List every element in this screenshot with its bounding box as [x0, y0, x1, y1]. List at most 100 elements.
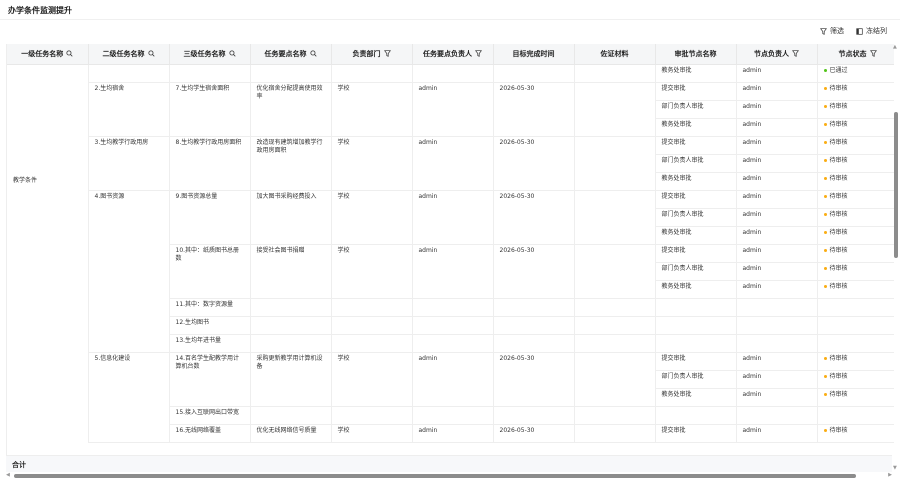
search-icon[interactable] — [66, 50, 73, 57]
target-date: 2026-05-30 — [493, 424, 575, 443]
column-header[interactable]: 审批节点名称 — [655, 44, 737, 65]
column-header[interactable]: 节点状态 — [817, 44, 894, 65]
node-status: 待审核 — [817, 100, 894, 119]
approval-node: 提交审批 — [655, 136, 737, 155]
status-text: 待审核 — [829, 426, 848, 434]
table-cell — [412, 64, 494, 83]
target-date: 2026-05-30 — [493, 82, 575, 137]
target-date: 2026-05-30 — [493, 136, 575, 191]
status-dot — [823, 140, 827, 144]
evidence — [574, 298, 656, 317]
table-toolbar: 筛选 冻结列 — [820, 26, 887, 36]
filter-icon[interactable] — [792, 50, 799, 58]
node-status: 待审核 — [817, 424, 894, 443]
node-status: 待审核 — [817, 118, 894, 137]
filter-icon[interactable] — [869, 50, 877, 58]
task-point — [250, 316, 332, 335]
column-header[interactable]: 一级任务名称 — [7, 44, 89, 65]
node-status: 待审核 — [817, 136, 894, 155]
column-header[interactable]: 二级任务名称 — [88, 44, 170, 65]
total-label: 合计 — [12, 461, 26, 469]
search-icon[interactable] — [228, 50, 236, 57]
evidence — [574, 316, 656, 335]
status-text: 待审核 — [829, 120, 848, 128]
column-header-label: 负责部门 — [352, 49, 381, 58]
node-status: 待审核 — [817, 262, 894, 281]
department: 学校 — [331, 352, 413, 407]
status-text: 已通过 — [829, 66, 848, 74]
filter-icon[interactable] — [383, 50, 391, 58]
approval-node: 提交审批 — [655, 244, 737, 263]
table-cell — [736, 334, 818, 353]
department: 学校 — [331, 190, 413, 245]
task-point: 接受社会图书捐赠 — [250, 244, 332, 299]
department — [331, 334, 413, 353]
point-owner: admin — [412, 352, 494, 407]
point-owner — [412, 298, 494, 317]
filter-icon[interactable] — [475, 50, 482, 58]
level3-task: 12.生均图书 — [169, 316, 251, 335]
level2-task: 4.图书资源 — [88, 190, 170, 353]
column-header-label: 任务要点名称 — [264, 49, 307, 58]
department — [331, 298, 413, 317]
department — [331, 316, 413, 335]
point-owner: admin — [412, 82, 494, 137]
status-text: 待审核 — [829, 246, 848, 254]
node-owner: admin — [736, 280, 818, 299]
node-owner: admin — [736, 64, 818, 83]
status-dot — [823, 194, 827, 198]
vertical-scrollbar[interactable]: ▲ ▼ — [892, 44, 899, 471]
status-text: 待审核 — [829, 210, 848, 218]
table-cell — [574, 64, 656, 83]
task-point — [250, 298, 332, 317]
scroll-right-icon[interactable]: ▶ — [888, 472, 892, 478]
evidence — [574, 136, 656, 191]
horizontal-scroll-thumb[interactable] — [14, 474, 856, 478]
search-icon[interactable] — [147, 50, 155, 57]
column-header[interactable]: 负责部门 — [331, 44, 413, 65]
evidence — [574, 334, 656, 353]
table-cell — [817, 406, 894, 425]
column-header[interactable]: 佐证材料 — [574, 44, 656, 65]
horizontal-scrollbar[interactable]: ◀ ▶ — [6, 472, 892, 480]
status-dot — [823, 230, 827, 234]
node-owner: admin — [736, 118, 818, 137]
vertical-scroll-thumb[interactable] — [894, 112, 898, 258]
column-header-label: 目标完成时间 — [512, 49, 555, 58]
node-owner: admin — [736, 190, 818, 209]
column-header[interactable]: 任务要点名称 — [250, 44, 332, 65]
department: 学校 — [331, 244, 413, 299]
search-icon[interactable] — [309, 50, 317, 57]
table-cell — [250, 64, 332, 83]
level3-task: 13.生均年进书量 — [169, 334, 251, 353]
column-header[interactable]: 任务要点负责人 — [412, 44, 494, 65]
status-text: 待审核 — [829, 372, 848, 380]
node-owner: admin — [736, 100, 818, 119]
filter-button[interactable]: 筛选 — [820, 26, 844, 36]
department: 学校 — [331, 136, 413, 191]
table-cell — [736, 316, 818, 335]
point-owner: admin — [412, 136, 494, 191]
scroll-left-icon[interactable]: ◀ — [6, 472, 10, 478]
level3-task: 7.生均学生宿舍面积 — [169, 82, 251, 137]
table-row: 5.信息化建设 14.百名学生配教学用计算机台数 采购更新教学用计算机设备 学校 adm… — [7, 352, 894, 443]
column-header[interactable]: 目标完成时间 — [493, 44, 575, 65]
status-dot — [823, 284, 827, 288]
status-dot — [823, 122, 827, 126]
scroll-down-icon[interactable]: ▼ — [893, 465, 897, 471]
freeze-columns-button[interactable]: 冻结列 — [856, 26, 887, 36]
status-dot — [823, 266, 827, 270]
evidence — [574, 406, 656, 425]
table-cell — [736, 406, 818, 425]
approval-node: 提交审批 — [655, 82, 737, 101]
scroll-up-icon[interactable]: ▲ — [893, 44, 897, 50]
approval-node: 教务处审批 — [655, 280, 737, 299]
column-header[interactable]: 三级任务名称 — [169, 44, 251, 65]
column-header-label: 一级任务名称 — [21, 49, 64, 58]
column-header[interactable]: 节点负责人 — [736, 44, 818, 65]
table-row: 4.图书资源 9.图书资源总量 加大图书采购经费投入 学校 admin 2026-05-3… — [7, 190, 894, 353]
level3-task: 11.其中：数字资源量 — [169, 298, 251, 317]
status-dot — [823, 212, 827, 216]
level3-task: 8.生均教学行政用房面积 — [169, 136, 251, 191]
table-body: 教学条件 教务处审批 admin 已通过 2.生均宿舍 7.生均学生宿舍面积 优化宿舍分配提… — [7, 64, 894, 443]
